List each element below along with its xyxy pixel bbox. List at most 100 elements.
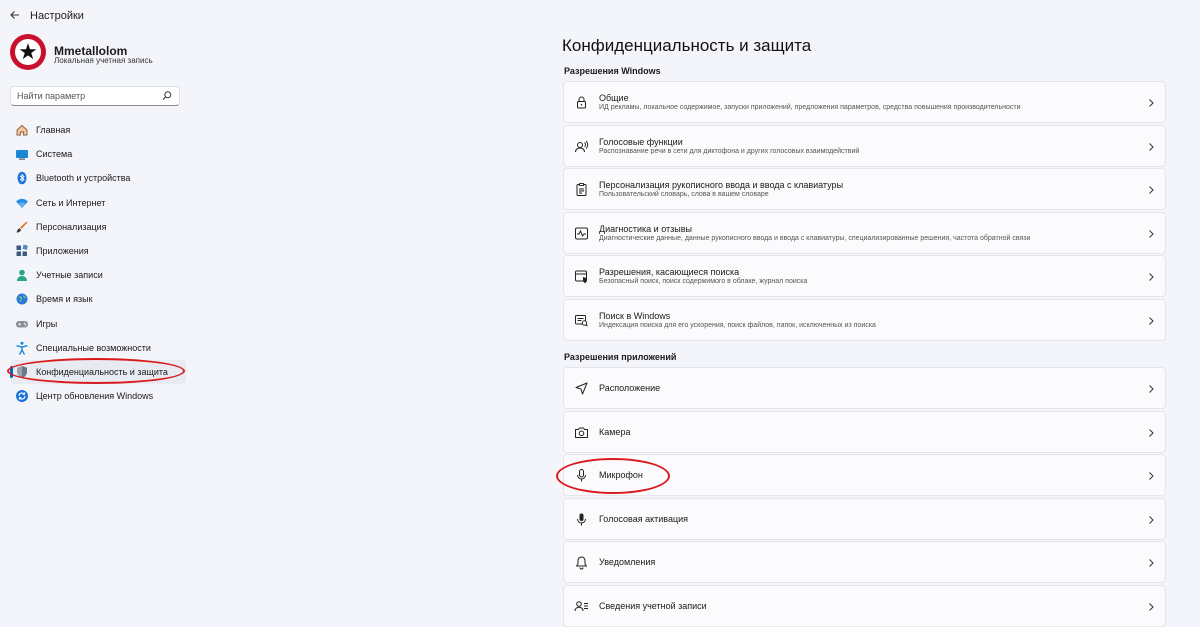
- diagnostics-icon: [574, 226, 589, 241]
- chevron-right-icon: [1147, 428, 1155, 438]
- apps-icon: [15, 244, 29, 258]
- sidebar-item-label: Центр обновления Windows: [36, 391, 154, 402]
- chevron-right-icon: [1147, 98, 1155, 108]
- bell-icon: [574, 555, 589, 570]
- card-title: Камера: [599, 427, 631, 437]
- card-title: Голосовые функции: [599, 137, 683, 147]
- sidebar-item-system[interactable]: Система: [10, 142, 186, 166]
- card-description: Распознавание речи в сети для диктофона …: [599, 148, 860, 155]
- sidebar-item-label: Главная: [36, 125, 71, 136]
- card-title: Персонализация рукописного ввода и ввода…: [599, 180, 844, 190]
- bluetooth-icon: [15, 171, 29, 185]
- home-icon: [15, 123, 29, 137]
- sidebar-item-time-language[interactable]: Время и язык: [10, 287, 186, 311]
- sidebar-item-label: Учетные записи: [36, 270, 103, 281]
- system-icon: [15, 147, 29, 161]
- sidebar-item-gaming[interactable]: Игры: [10, 312, 186, 336]
- globe-icon: [15, 292, 29, 306]
- chevron-right-icon: [1147, 272, 1155, 282]
- page-title: Конфиденциальность и защита: [562, 36, 812, 55]
- card-description: Безопасный поиск, поиск содержимого в об…: [599, 278, 808, 285]
- sidebar-item-label: Система: [36, 149, 73, 160]
- search-box[interactable]: [10, 86, 180, 106]
- accessibility-icon: [15, 341, 29, 355]
- card-title: Расположение: [599, 383, 661, 393]
- account-type: Локальная учетная запись: [54, 56, 153, 65]
- search-permissions-icon: [574, 269, 589, 284]
- sidebar-item-personalization[interactable]: Персонализация: [10, 215, 186, 239]
- back-arrow-icon[interactable]: [7, 7, 23, 23]
- app-title: Настройки: [30, 10, 84, 22]
- sidebar-item-network[interactable]: Сеть и Интернет: [10, 191, 186, 215]
- setting-card-microphone[interactable]: Микрофон: [563, 454, 1166, 496]
- setting-card-camera[interactable]: Камера: [563, 411, 1166, 453]
- card-description: Диагностические данные, данные рукописно…: [599, 235, 1031, 242]
- avatar[interactable]: ★: [10, 34, 46, 70]
- chevron-right-icon: [1147, 142, 1155, 152]
- search-input[interactable]: [17, 89, 157, 103]
- setting-card-diagnostics[interactable]: Диагностика и отзывы Диагностические дан…: [563, 212, 1166, 254]
- setting-card-windows-search[interactable]: Поиск в Windows Индексация поиска для ег…: [563, 299, 1166, 341]
- location-icon: [574, 381, 589, 396]
- chevron-right-icon: [1147, 602, 1155, 612]
- sidebar-nav: Главная Система Bluetooth и устройства С…: [10, 118, 186, 408]
- setting-card-voice-activation[interactable]: Голосовая активация: [563, 498, 1166, 540]
- sidebar-item-label: Сеть и Интернет: [36, 197, 106, 208]
- setting-card-account-info[interactable]: Сведения учетной записи: [563, 585, 1166, 627]
- card-title: Уведомления: [599, 557, 656, 567]
- card-title: Микрофон: [599, 470, 643, 480]
- sidebar-item-label: Персонализация: [36, 221, 107, 232]
- brush-icon: [15, 220, 29, 234]
- sidebar-item-label: Игры: [36, 318, 58, 329]
- chevron-right-icon: [1147, 471, 1155, 481]
- card-title: Поиск в Windows: [599, 311, 671, 321]
- sidebar-item-home[interactable]: Главная: [10, 118, 186, 142]
- card-title: Разрешения, касающиеся поиска: [599, 267, 740, 277]
- setting-card-notifications[interactable]: Уведомления: [563, 541, 1166, 583]
- chevron-right-icon: [1147, 185, 1155, 195]
- setting-card-location[interactable]: Расположение: [563, 367, 1166, 409]
- sidebar-item-label: Bluetooth и устройства: [36, 173, 131, 184]
- sidebar-item-accessibility[interactable]: Специальные возможности: [10, 336, 186, 360]
- section-title-app-permissions: Разрешения приложений: [564, 352, 677, 362]
- setting-card-general[interactable]: Общие ИД рекламы, локальное содержимое, …: [563, 81, 1166, 123]
- section-title-windows-permissions: Разрешения Windows: [564, 66, 661, 76]
- gamepad-icon: [15, 317, 29, 331]
- chevron-right-icon: [1147, 384, 1155, 394]
- sidebar-item-windows-update[interactable]: Центр обновления Windows: [10, 384, 186, 408]
- card-description: Пользовательский словарь, слова в вашем …: [599, 191, 769, 198]
- windows-search-icon: [574, 313, 589, 328]
- shield-icon: [15, 365, 29, 379]
- chevron-right-icon: [1147, 515, 1155, 525]
- sidebar-item-bluetooth[interactable]: Bluetooth и устройства: [10, 166, 186, 190]
- microphone-icon: [574, 468, 589, 483]
- setting-card-search-permissions[interactable]: Разрешения, касающиеся поиска Безопасный…: [563, 255, 1166, 297]
- voice-activation-icon: [574, 512, 589, 527]
- network-icon: [15, 196, 29, 210]
- sidebar-item-apps[interactable]: Приложения: [10, 239, 186, 263]
- lock-icon: [574, 95, 589, 110]
- accounts-icon: [15, 268, 29, 282]
- sidebar-item-label: Специальные возможности: [36, 342, 151, 353]
- search-icon[interactable]: [161, 90, 173, 102]
- sidebar-item-accounts[interactable]: Учетные записи: [10, 263, 186, 287]
- star-icon: ★: [15, 39, 41, 65]
- card-title: Голосовая активация: [599, 514, 689, 524]
- speech-icon: [574, 139, 589, 154]
- setting-card-speech[interactable]: Голосовые функции Распознавание речи в с…: [563, 125, 1166, 167]
- update-icon: [15, 389, 29, 403]
- sidebar-item-label: Время и язык: [36, 294, 93, 305]
- chevron-right-icon: [1147, 316, 1155, 326]
- card-title: Диагностика и отзывы: [599, 224, 692, 234]
- card-description: ИД рекламы, локальное содержимое, запуск…: [599, 104, 1021, 111]
- chevron-right-icon: [1147, 558, 1155, 568]
- chevron-right-icon: [1147, 229, 1155, 239]
- title-bar: Настройки: [0, 0, 1200, 30]
- card-description: Индексация поиска для его ускорения, пои…: [599, 322, 876, 329]
- sidebar-item-label: Приложения: [36, 246, 89, 257]
- sidebar-item-privacy-security[interactable]: Конфиденциальность и защита: [10, 359, 186, 385]
- clipboard-icon: [574, 182, 589, 197]
- sidebar-item-label: Конфиденциальность и защита: [36, 366, 168, 377]
- setting-card-inking-typing[interactable]: Персонализация рукописного ввода и ввода…: [563, 168, 1166, 210]
- camera-icon: [574, 425, 589, 440]
